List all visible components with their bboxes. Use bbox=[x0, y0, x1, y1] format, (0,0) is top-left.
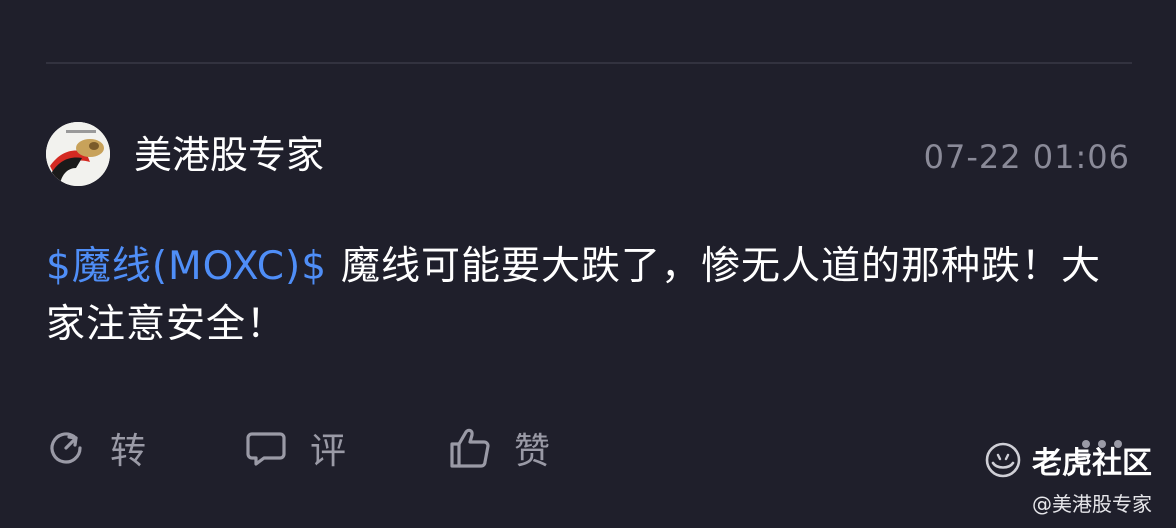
comment-icon bbox=[246, 432, 286, 466]
like-label: 赞 bbox=[514, 431, 551, 472]
watermark-brand: 老虎社区 bbox=[1032, 446, 1152, 481]
avatar[interactable] bbox=[46, 122, 110, 186]
repost-icon bbox=[50, 432, 82, 464]
avatar-image bbox=[46, 122, 110, 186]
post-timestamp: 07-22 01:06 bbox=[923, 138, 1130, 176]
post-content: $魔线(MOXC)$ 魔线可能要大跌了，惨无人道的那种跌！大家注意安全！ bbox=[46, 238, 1136, 354]
top-divider bbox=[46, 62, 1132, 64]
watermark: 老虎社区 bbox=[984, 438, 1152, 482]
comment-button[interactable]: 评 bbox=[244, 424, 346, 472]
repost-button[interactable]: 转 bbox=[44, 424, 146, 472]
like-button[interactable]: 赞 bbox=[448, 424, 550, 472]
thumbs-up-icon bbox=[450, 428, 490, 468]
watermark-credit: @美港股专家 bbox=[1032, 492, 1152, 516]
stock-tag-link[interactable]: $魔线(MOXC)$ bbox=[46, 244, 327, 289]
tiger-logo-icon bbox=[985, 442, 1021, 478]
author-name[interactable]: 美港股专家 bbox=[134, 132, 324, 178]
comment-label: 评 bbox=[310, 431, 347, 472]
repost-label: 转 bbox=[110, 431, 147, 472]
